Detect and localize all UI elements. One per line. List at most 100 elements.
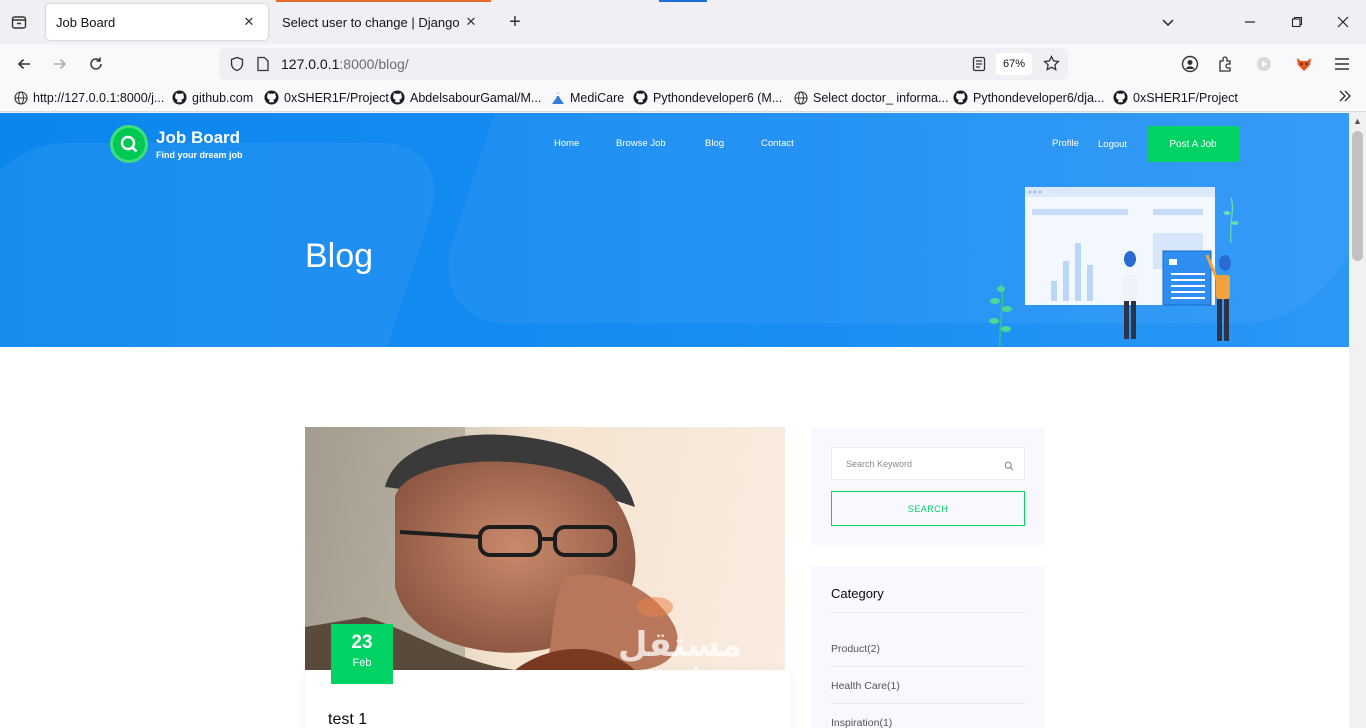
account-icon[interactable] [1178,52,1202,76]
category-divider [831,612,1025,613]
post-date-month: Feb [352,657,372,669]
tab-job-board[interactable]: Job Board ✕ [46,4,268,40]
bookmark-label: Pythondeveloper6/dja... [973,90,1105,105]
bookmark-label: Select doctor_ informa... [813,90,949,105]
bookmark-label: github.com [192,90,254,105]
shield-icon[interactable] [229,56,245,77]
navigation-toolbar: 127.0.0.1:8000/blog/ 67% [0,44,1366,84]
tab-accent-indicator [659,0,707,2]
page-viewport: Job Board Find your dream job Home Brows… [0,113,1349,728]
globe-icon [793,90,808,105]
search-input-wrapper [831,447,1025,480]
blog-post-title[interactable]: test 1 [328,711,367,728]
category-item[interactable]: Inspiration(1) [831,717,892,728]
bookmark-item[interactable]: 0xSHER1F/Project [264,90,389,105]
github-icon [953,90,968,105]
back-icon[interactable] [12,52,36,76]
search-button[interactable]: SEARCH [831,491,1025,526]
tab-title: Job Board [56,14,116,30]
post-a-job-button[interactable]: Post A Job [1147,126,1239,162]
close-window-icon[interactable] [1331,10,1355,34]
search-icon[interactable] [1004,458,1014,476]
bookmark-item[interactable]: http://127.0.0.1:8000/j... [13,90,164,105]
bookmark-item[interactable]: 0xSHER1F/Project [1113,90,1238,105]
site-logo[interactable]: Job Board Find your dream job [110,125,243,163]
menu-icon[interactable] [1330,52,1354,76]
logo-title: Job Board [156,127,241,147]
restore-icon[interactable] [1285,10,1309,34]
close-tab-icon[interactable]: ✕ [462,13,480,31]
page-title: Blog [305,237,374,275]
bookmark-label: http://127.0.0.1:8000/j... [33,90,165,105]
github-icon [172,90,187,105]
bookmark-label: 0xSHER1F/Project [1133,90,1238,105]
tab-bar: Job Board ✕ Select user to change | Djan… [0,0,1366,44]
scrollbar-thumb[interactable] [1352,131,1363,261]
tab-django-admin[interactable]: Select user to change | Django site admi… [272,4,490,40]
list-all-tabs-icon[interactable] [1156,10,1180,34]
url-path: :8000/blog/ [339,56,409,72]
bookmark-item[interactable]: Pythondeveloper6 (M... [633,90,782,105]
post-date-badge: 23 Feb [331,624,393,684]
nav-blog[interactable]: Blog [705,138,724,149]
minimize-icon[interactable] [1238,10,1262,34]
bookmark-item[interactable]: github.com [172,90,253,105]
reload-icon[interactable] [84,52,108,76]
bookmark-star-icon[interactable] [1043,54,1060,77]
tab-title: Select user to change | Django site admi… [282,14,462,30]
nav-browse-job[interactable]: Browse Job [616,138,666,149]
category-item[interactable]: Product(2) [831,643,880,655]
url-text[interactable]: 127.0.0.1:8000/blog/ [281,56,409,72]
globe-icon [13,90,28,105]
nav-home[interactable]: Home [554,138,579,149]
nav-contact[interactable]: Contact [761,138,794,149]
category-title: Category [831,586,884,601]
reader-view-icon[interactable] [972,56,986,77]
bookmark-label: AbdelsabourGamal/M... [410,90,542,105]
category-divider [831,703,1025,704]
nav-logout[interactable]: Logout [1098,139,1127,150]
bookmark-label: 0xSHER1F/Project [284,90,389,105]
dashboard-illustration [989,187,1239,347]
bookmarks-overflow-icon[interactable] [1338,89,1352,103]
bookmark-item[interactable]: Select doctor_ informa... [793,90,948,105]
post-date-day: 23 [351,632,373,653]
extensions-icon[interactable] [1214,52,1238,76]
hero-banner: Job Board Find your dream job Home Brows… [0,113,1349,347]
category-divider [831,666,1025,667]
nav-profile[interactable]: Profile [1052,138,1079,149]
github-icon [633,90,648,105]
bookmark-label: MediCare [570,90,625,105]
bookmarks-toolbar: http://127.0.0.1:8000/j... github.com 0x… [0,84,1366,112]
search-input[interactable] [832,448,992,479]
github-icon [264,90,279,105]
close-tab-icon[interactable]: ✕ [240,13,258,31]
new-tab-icon[interactable]: + [504,11,526,33]
category-item[interactable]: Health Care(1) [831,680,900,692]
url-host: 127.0.0.1 [281,56,340,72]
tab-loading-accent [276,0,491,2]
page-icon[interactable] [256,56,270,77]
medicare-icon [550,90,565,105]
fox-extension-icon[interactable] [1292,52,1316,76]
github-icon [390,90,405,105]
forward-icon[interactable] [48,52,72,76]
zoom-level[interactable]: 67% [996,53,1032,75]
page-scrollbar[interactable]: ▲ [1349,113,1366,728]
bookmark-item[interactable]: MediCare [550,90,624,105]
bookmark-label: Pythondeveloper6 (M... [653,90,783,105]
github-icon [1113,90,1128,105]
search-widget [811,427,1045,545]
scroll-up-icon[interactable]: ▲ [1353,116,1362,126]
tab-list-icon[interactable] [8,11,30,33]
logo-search-icon [110,125,148,163]
bookmark-item[interactable]: Pythondeveloper6/dja... [953,90,1104,105]
url-bar[interactable]: 127.0.0.1:8000/blog/ 67% [219,48,1068,80]
watermark-arabic: مستقل [618,625,743,665]
watermark: مستقل mostaql.com [600,628,760,692]
logo-subtitle: Find your dream job [156,149,243,160]
bookmark-item[interactable]: AbdelsabourGamal/M... [390,90,541,105]
hero-decor-shape [0,143,454,347]
extension-circle-icon[interactable] [1252,52,1276,76]
watermark-latin: mostaql.com [600,662,761,692]
